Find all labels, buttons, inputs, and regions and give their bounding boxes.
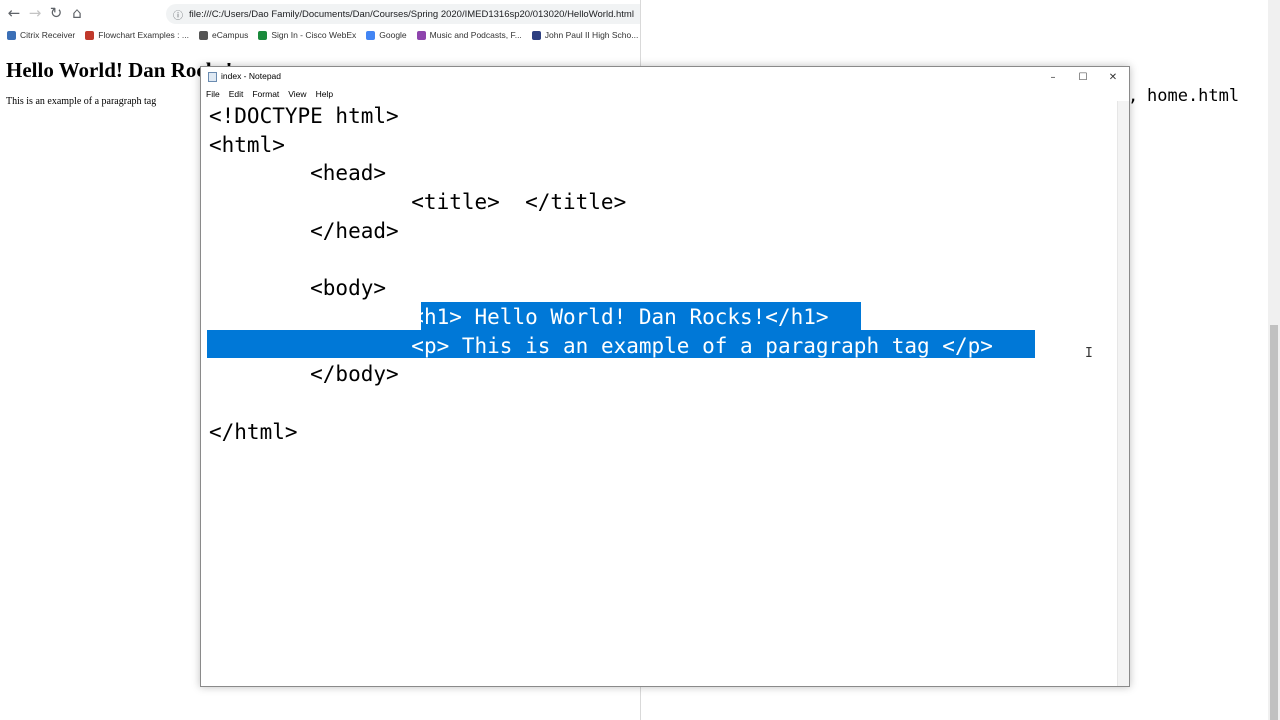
background-file-text: home.html xyxy=(1147,86,1240,106)
notepad-menubar: File Edit Format View Help xyxy=(201,87,1129,101)
background-scrollbar-thumb[interactable] xyxy=(1270,325,1278,720)
close-button[interactable]: ✕ xyxy=(1098,67,1128,87)
notepad-scrollbar[interactable] xyxy=(1117,101,1129,686)
maximize-button[interactable]: ☐ xyxy=(1068,67,1098,87)
code-line-12: </html> xyxy=(209,419,298,444)
bookmark-favicon-icon xyxy=(366,30,376,40)
code-line-7: <body> xyxy=(209,276,387,301)
home-icon[interactable]: ⌂ xyxy=(67,3,87,23)
menu-format[interactable]: Format xyxy=(252,89,279,99)
bookmark-item[interactable]: Flowchart Examples : ... xyxy=(85,30,189,40)
bookmark-label: Citrix Receiver xyxy=(20,30,76,40)
bookmark-favicon-icon xyxy=(7,30,16,40)
code-line-1: <!DOCTYPE html> xyxy=(209,104,399,128)
address-text: file:///C:/Users/Dao Family/Documents/Da… xyxy=(189,8,634,20)
code-line-2: <html> xyxy=(209,132,285,157)
bookmark-item[interactable]: Citrix Receiver xyxy=(7,30,75,40)
bookmark-favicon-icon xyxy=(198,30,208,40)
back-icon[interactable]: ← xyxy=(4,3,24,23)
bookmark-favicon-icon xyxy=(416,30,426,40)
code-line-9-indent xyxy=(209,334,411,358)
bookmark-item[interactable]: John Paul II High Scho... xyxy=(531,30,639,40)
reload-icon[interactable]: ↻ xyxy=(46,3,66,23)
bookmark-favicon-icon xyxy=(258,30,268,40)
bookmark-label: Sign In - Cisco WebEx xyxy=(271,30,357,40)
bookmark-label: Google xyxy=(379,30,407,40)
bookmark-item[interactable]: eCampus xyxy=(198,30,249,40)
bookmark-item[interactable]: Sign In - Cisco WebEx xyxy=(258,30,356,40)
code-line-10: </body> xyxy=(209,362,399,387)
code-line-5: </head> xyxy=(209,218,399,243)
code-line-3: <head> xyxy=(209,161,387,186)
notepad-title: index - Notepad xyxy=(221,71,282,81)
bookmark-favicon-icon xyxy=(85,30,95,40)
bookmark-label: Music and Podcasts, F... xyxy=(429,30,522,40)
code-line-8-indent xyxy=(209,305,411,329)
code-line-9-selected: <p> This is an example of a paragraph ta… xyxy=(411,333,993,358)
info-icon[interactable]: ⓘ xyxy=(173,7,183,22)
bookmark-favicon-icon xyxy=(531,30,541,40)
notepad-text-area[interactable]: <!DOCTYPE html> <html> <head> <title> </… xyxy=(201,101,1117,686)
forward-icon[interactable]: → xyxy=(25,3,45,23)
menu-help[interactable]: Help xyxy=(316,89,333,99)
page-heading: Hello World! Dan Rocks! xyxy=(6,58,233,82)
minimize-button[interactable]: – xyxy=(1038,67,1068,87)
text-cursor-icon: I xyxy=(1085,346,1093,361)
code-line-8: <h1> Hello World! Dan Rocks!</h1> xyxy=(209,303,829,332)
bookmark-item[interactable]: Google xyxy=(366,30,407,40)
menu-file[interactable]: File xyxy=(206,89,220,99)
browser-toolbar: ← → ↻ ⌂ ⓘ file:///C:/Users/Dao Family/Do… xyxy=(0,0,640,27)
address-bar[interactable]: ⓘ file:///C:/Users/Dao Family/Documents/… xyxy=(166,4,640,24)
bookmark-label: John Paul II High Scho... xyxy=(544,30,639,40)
code-line-8-selected: <h1> Hello World! Dan Rocks!</h1> xyxy=(411,304,829,329)
menu-view[interactable]: View xyxy=(288,89,306,99)
notepad-titlebar[interactable]: index - Notepad – ☐ ✕ xyxy=(201,67,1129,87)
bookmark-label: Flowchart Examples : ... xyxy=(98,30,189,40)
page-paragraph: This is an example of a paragraph tag xyxy=(6,96,157,107)
code-line-9: <p> This is an example of a paragraph ta… xyxy=(209,332,993,361)
background-scrollbar[interactable] xyxy=(1268,0,1280,720)
bookmark-item[interactable]: Music and Podcasts, F... xyxy=(416,30,522,40)
code-line-4: <title> </title> xyxy=(209,190,627,215)
menu-edit[interactable]: Edit xyxy=(229,89,244,99)
notepad-icon xyxy=(208,72,217,82)
notepad-window: index - Notepad – ☐ ✕ File Edit Format V… xyxy=(200,66,1130,687)
bookmark-label: eCampus xyxy=(211,30,249,40)
bookmarks-bar: Citrix Receiver Flowchart Examples : ... e… xyxy=(0,27,640,43)
